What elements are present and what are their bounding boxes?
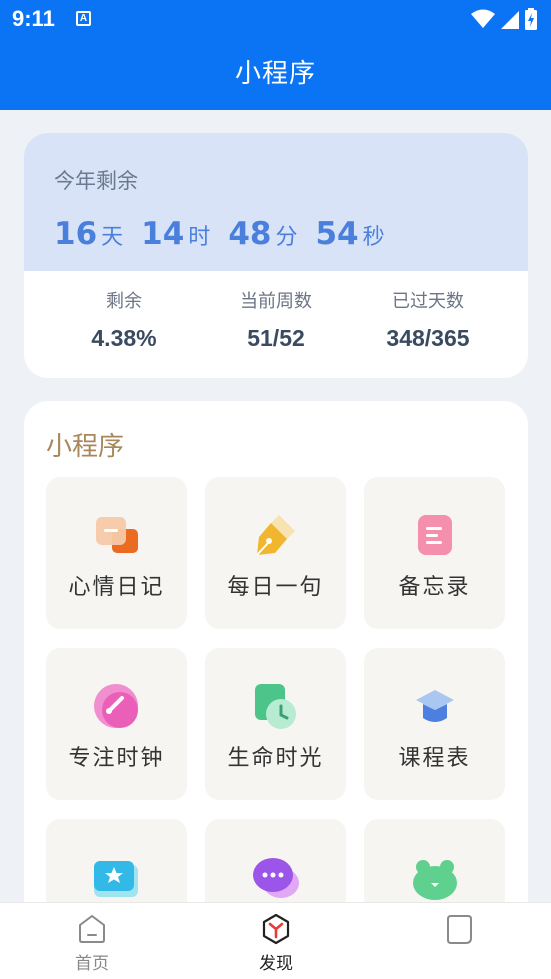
year-remaining-card: 今年剩余 16 天 14 时 48 分 54 秒 剩余 4.38% 当前周数 5… — [24, 133, 528, 378]
ticket-star-icon — [94, 861, 138, 897]
nav-label: 首页 — [75, 954, 109, 974]
countdown-minutes-value: 48 — [228, 216, 272, 252]
status-icons — [471, 8, 537, 30]
stat-remaining: 剩余 4.38% — [24, 287, 200, 378]
countdown-seconds-value: 54 — [315, 216, 359, 252]
mini-programs-card: 小程序 心情日记 每日一句 备忘录 专注时钟 生命时光 课程表 — [24, 401, 528, 961]
stat-days-passed: 已过天数 348/365 — [352, 287, 528, 378]
frog-icon — [413, 860, 457, 900]
tile-label: 备忘录 — [398, 575, 471, 600]
life-time-icon — [255, 684, 296, 729]
tile-focus-clock[interactable]: 专注时钟 — [46, 648, 187, 800]
countdown-panel: 今年剩余 16 天 14 时 48 分 54 秒 — [24, 133, 528, 271]
nav-label: 发现 — [259, 954, 293, 974]
countdown-seconds-unit: 秒 — [362, 225, 385, 250]
status-time: 9:11 — [12, 6, 55, 31]
countdown-minutes-unit: 分 — [275, 225, 298, 250]
signal-icon — [501, 11, 519, 29]
stat-label: 已过天数 — [392, 291, 464, 312]
tile-label: 专注时钟 — [68, 746, 165, 771]
tile-mood-diary[interactable]: 心情日记 — [46, 477, 187, 629]
page-title: 小程序 — [234, 59, 316, 89]
chat-bubble-icon — [253, 858, 299, 898]
countdown-hours-value: 14 — [141, 216, 185, 252]
stat-value: 348/365 — [386, 325, 470, 351]
pen-icon — [256, 515, 295, 556]
app-header: 小程序 — [0, 38, 551, 110]
status-bar: 9:11 A — [0, 0, 551, 38]
nav-profile[interactable] — [398, 903, 518, 979]
stat-label: 剩余 — [106, 291, 142, 312]
stat-label: 当前周数 — [240, 291, 312, 312]
memo-icon — [418, 515, 452, 555]
bottom-nav: 首页 发现 — [0, 902, 551, 979]
tile-label: 课程表 — [398, 746, 471, 771]
discover-icon — [262, 913, 290, 945]
stat-value: 51/52 — [247, 325, 305, 351]
focus-clock-icon — [94, 684, 138, 728]
wifi-icon — [471, 9, 495, 28]
graduation-cap-icon — [416, 690, 454, 722]
tile-label: 每日一句 — [227, 575, 324, 600]
nav-home[interactable]: 首页 — [32, 903, 152, 979]
battery-icon — [525, 8, 537, 30]
tile-life-time[interactable]: 生命时光 — [205, 648, 346, 800]
year-remaining-label: 今年剩余 — [54, 169, 138, 193]
tile-memo[interactable]: 备忘录 — [364, 477, 505, 629]
notification-icon: A — [76, 11, 91, 26]
tile-label: 心情日记 — [68, 575, 165, 600]
countdown-hours-unit: 时 — [188, 225, 211, 250]
countdown-days-unit: 天 — [101, 225, 124, 250]
tile-daily-quote[interactable]: 每日一句 — [205, 477, 346, 629]
section-title: 小程序 — [46, 432, 125, 462]
countdown-days-value: 16 — [54, 216, 98, 252]
profile-icon — [447, 915, 472, 944]
tile-schedule[interactable]: 课程表 — [364, 648, 505, 800]
countdown: 16 天 14 时 48 分 54 秒 — [54, 216, 403, 252]
tile-label: 生命时光 — [227, 746, 324, 771]
stat-current-week: 当前周数 51/52 — [200, 287, 352, 378]
year-stats: 剩余 4.38% 当前周数 51/52 已过天数 348/365 — [24, 271, 528, 378]
mood-diary-icon — [96, 517, 138, 553]
stat-value: 4.38% — [91, 325, 157, 351]
nav-discover[interactable]: 发现 — [216, 903, 336, 979]
home-icon — [79, 915, 105, 943]
